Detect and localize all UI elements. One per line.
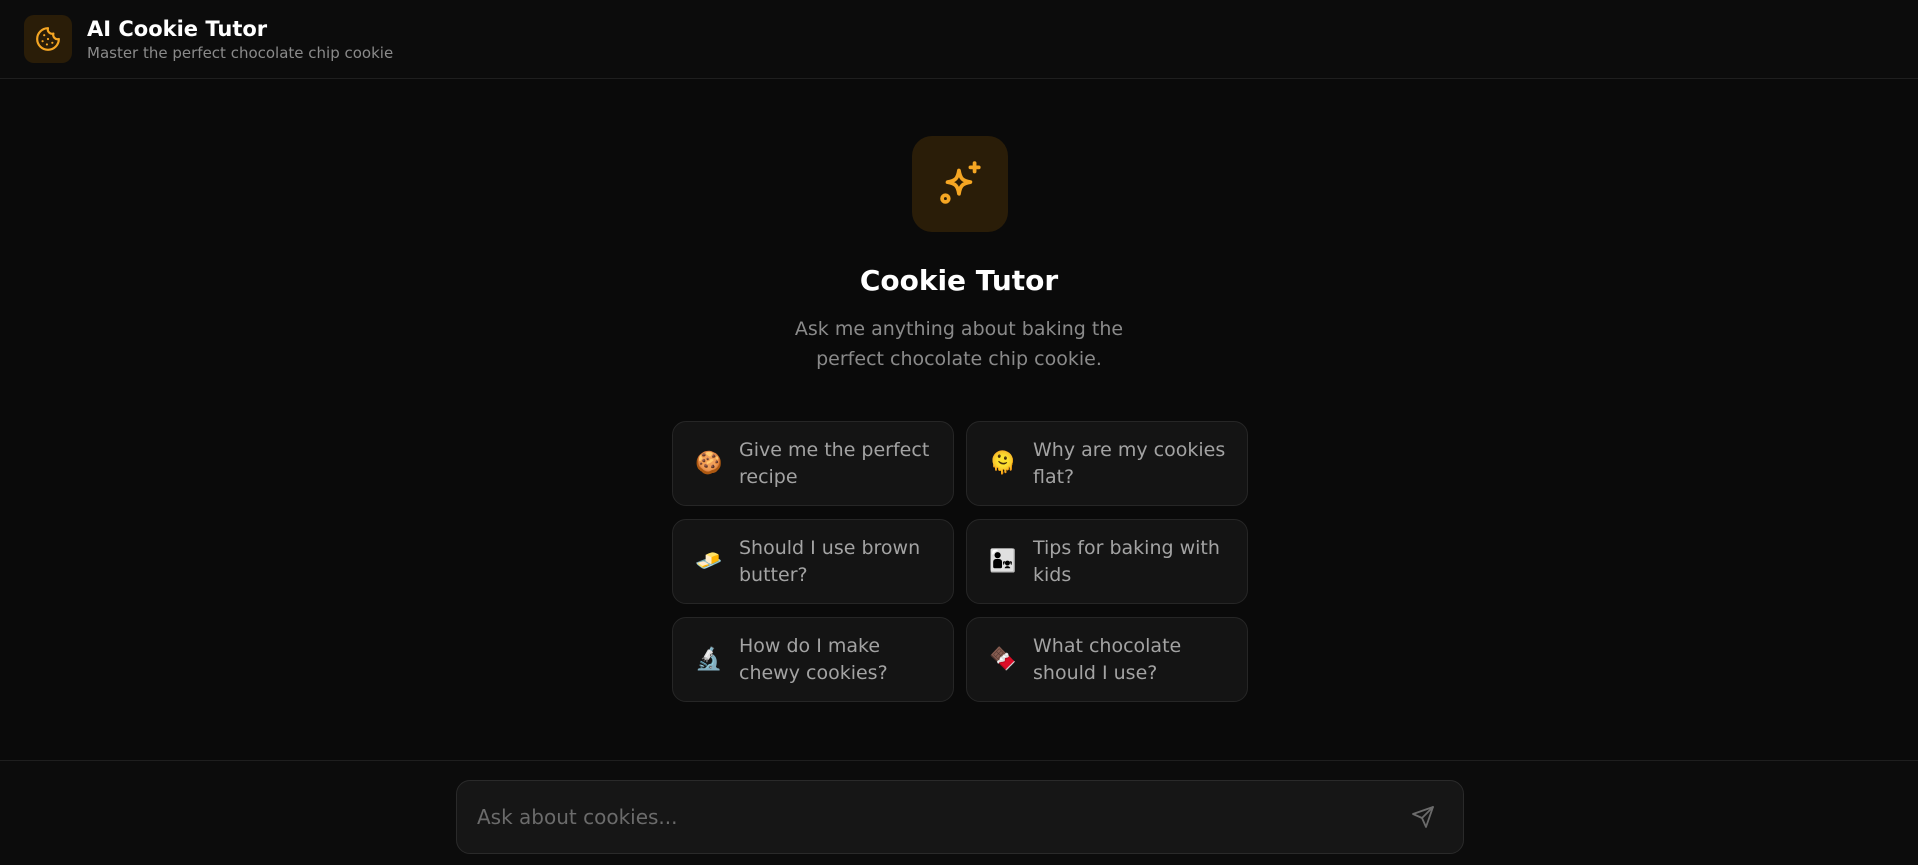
suggestion-label: Give me the perfect recipe xyxy=(739,438,930,488)
chocolate-bar-emoji-icon: 🍫 xyxy=(989,647,1017,672)
chat-input[interactable] xyxy=(477,781,1377,853)
cookie-icon xyxy=(36,27,60,51)
composer-footer xyxy=(0,760,1918,865)
chat-composer xyxy=(456,780,1464,854)
microscope-emoji-icon: 🔬 xyxy=(695,647,723,672)
suggestion-flat-cookies[interactable]: 🫠 Why are my cookies flat? xyxy=(966,421,1248,506)
suggestion-grid: 🍪 Give me the perfect recipe 🫠 Why are m… xyxy=(672,421,1248,702)
suggestion-label: Tips for baking with kids xyxy=(1033,536,1220,586)
butter-emoji-icon: 🧈 xyxy=(695,549,723,574)
sparkles-icon xyxy=(940,161,981,204)
app-header: AI Cookie Tutor Master the perfect choco… xyxy=(0,0,1918,79)
app-logo xyxy=(24,15,72,63)
hero-icon-box xyxy=(912,136,1008,232)
app-title: AI Cookie Tutor xyxy=(87,16,268,41)
app-subtitle: Master the perfect chocolate chip cookie xyxy=(87,43,394,62)
suggestion-label: How do I make chewy cookies? xyxy=(739,634,888,684)
suggestion-label: Why are my cookies flat? xyxy=(1033,438,1226,488)
cookie-emoji-icon: 🍪 xyxy=(695,451,723,476)
family-emoji-icon: 👨‍👧 xyxy=(989,549,1017,574)
melting-face-emoji-icon: 🫠 xyxy=(989,451,1017,476)
hero-title: Cookie Tutor xyxy=(859,264,1059,297)
hero-subtitle: Ask me anything about baking the perfect… xyxy=(794,318,1124,370)
suggestion-baking-with-kids[interactable]: 👨‍👧 Tips for baking with kids xyxy=(966,519,1248,604)
suggestion-which-chocolate[interactable]: 🍫 What chocolate should I use? xyxy=(966,617,1248,702)
send-button[interactable] xyxy=(1405,799,1441,835)
suggestion-brown-butter[interactable]: 🧈 Should I use brown butter? xyxy=(672,519,954,604)
suggestion-label: Should I use brown butter? xyxy=(739,536,921,586)
send-icon xyxy=(1412,806,1434,828)
suggestion-perfect-recipe[interactable]: 🍪 Give me the perfect recipe xyxy=(672,421,954,506)
suggestion-chewy-cookies[interactable]: 🔬 How do I make chewy cookies? xyxy=(672,617,954,702)
suggestion-label: What chocolate should I use? xyxy=(1033,634,1182,684)
